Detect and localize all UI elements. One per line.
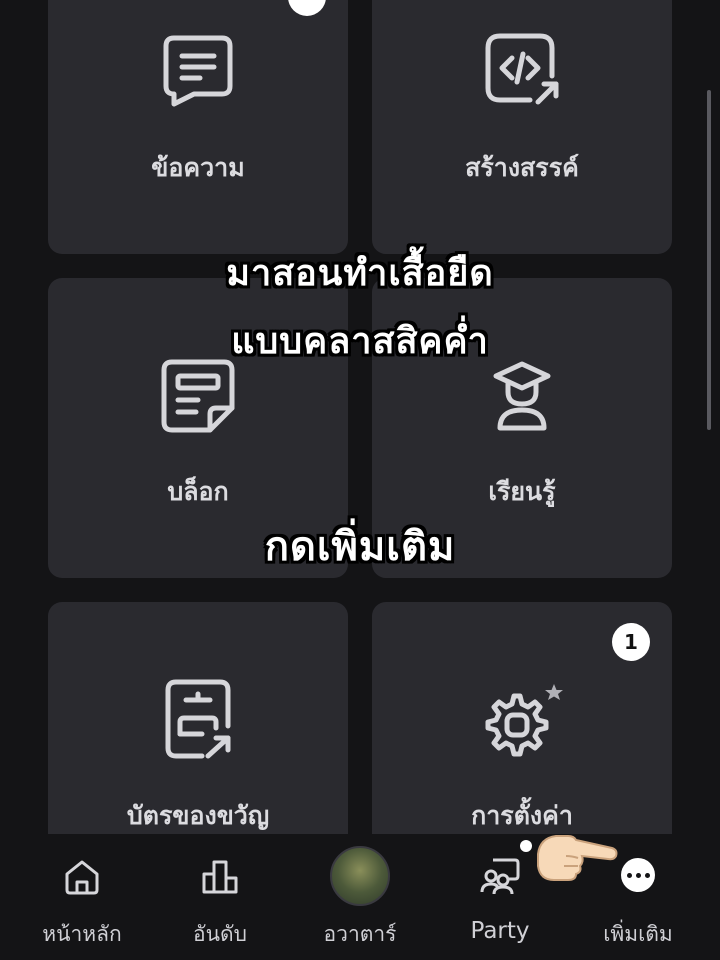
party-icon: [479, 856, 521, 900]
code-create-icon: [482, 30, 562, 110]
nav-more-label: เพิ่มเติม: [603, 922, 673, 946]
nav-home-label: หน้าหลัก: [42, 922, 122, 946]
card-create-label: สร้างสรรค์: [465, 153, 579, 182]
card-learn-label: เรียนรู้: [488, 477, 556, 506]
overlay-caption-line-2: แบบคลาสสิคค่ำ: [231, 321, 489, 362]
nav-ranking-label: อันดับ: [193, 922, 247, 946]
nav-ranking[interactable]: อันดับ: [148, 834, 292, 960]
settings-icon: [480, 682, 564, 758]
nav-avatar-label: อวาตาร์: [323, 922, 397, 946]
gift-card-icon: [162, 676, 234, 762]
nav-home[interactable]: หน้าหลัก: [10, 834, 154, 960]
pointing-hand-icon: [520, 826, 620, 886]
message-icon: [160, 32, 236, 108]
overlay-caption-line-1: มาสอนทำเสื้อยืด: [226, 253, 494, 294]
card-message[interactable]: ข้อความ: [48, 0, 348, 254]
menu-grid: ข้อความ สร้างสรรค์ บล็อก เรียนรู้ บัตรขอ…: [0, 0, 720, 862]
learn-icon: [492, 360, 552, 432]
nav-party-label: Party: [470, 918, 530, 944]
ranking-icon: [201, 858, 239, 900]
home-icon: [63, 858, 101, 900]
more-icon: [621, 858, 655, 892]
overlay-caption-line-3: กดเพิ่มเติม: [264, 524, 456, 570]
card-gift-card[interactable]: บัตรของขวัญ: [48, 602, 348, 862]
card-settings[interactable]: 1 การตั้งค่า: [372, 602, 672, 862]
card-blog-label: บล็อก: [167, 477, 229, 506]
card-gift-card-label: บัตรของขวัญ: [126, 801, 270, 830]
card-create[interactable]: สร้างสรรค์: [372, 0, 672, 254]
avatar: [330, 846, 390, 906]
notification-badge: 1: [612, 623, 650, 661]
card-message-label: ข้อความ: [151, 153, 245, 182]
nav-avatar[interactable]: อวาตาร์: [288, 834, 432, 960]
